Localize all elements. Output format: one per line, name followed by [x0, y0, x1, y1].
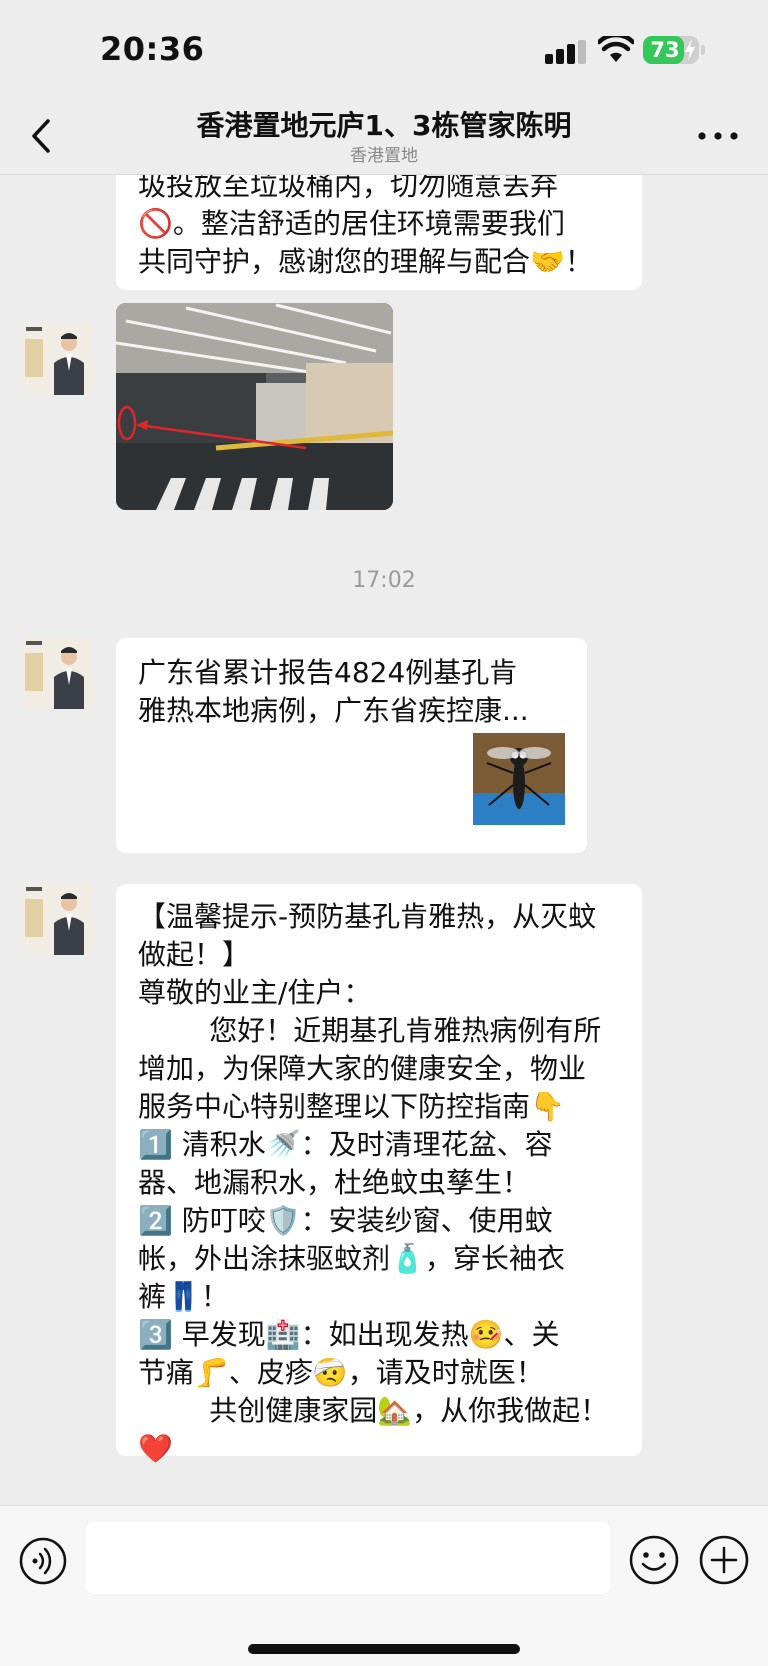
avatar[interactable]	[22, 637, 94, 709]
chevron-left-icon[interactable]	[18, 110, 68, 160]
text-message[interactable]: 圾投放至垃圾桶内，切勿随意丢弃 🚫。整洁舒适的居住环境需要我们 共同守护，感谢您…	[116, 175, 642, 290]
ellipsis-icon[interactable]	[690, 116, 746, 156]
voice-icon[interactable]	[18, 1536, 68, 1586]
avatar-photo	[22, 637, 94, 709]
timestamp: 17:02	[352, 568, 416, 593]
message-text: 圾投放至垃圾桶内，切勿随意丢弃 🚫。整洁舒适的居住环境需要我们 共同守护，感谢您…	[138, 175, 593, 278]
chat-header: 香港置地元庐1、3栋管家陈明 香港置地	[0, 100, 768, 175]
battery-level: 73	[650, 38, 680, 62]
battery-nub	[701, 45, 705, 55]
cellular-signal-icon	[545, 40, 586, 64]
message-text: 【温馨提示-预防基孔肯雅热，从灭蚊 做起！】 尊敬的业主/住户： 您好！近期基孔…	[138, 900, 609, 1465]
home-indicator	[248, 1644, 520, 1654]
emoji-icon[interactable]	[628, 1534, 680, 1586]
avatar[interactable]	[22, 883, 94, 955]
text-message[interactable]: 【温馨提示-预防基孔肯雅热，从灭蚊 做起！】 尊敬的业主/住户： 您好！近期基孔…	[116, 884, 642, 1465]
wifi-icon	[598, 36, 634, 62]
chat-messages[interactable]: 圾投放至垃圾桶内，切勿随意丢弃 🚫。整洁舒适的居住环境需要我们 共同守护，感谢您…	[0, 175, 768, 1505]
charging-bolt-icon	[685, 39, 695, 61]
chat-subtitle: 香港置地	[350, 146, 418, 166]
image-message[interactable]	[116, 303, 393, 510]
battery-icon: 73	[643, 36, 699, 64]
input-bar	[0, 1505, 768, 1666]
link-title: 广东省累计报告4824例基孔肯 雅热本地病例，广东省疾控康...	[138, 656, 529, 727]
link-thumbnail	[473, 733, 565, 825]
plus-icon[interactable]	[698, 1534, 750, 1586]
link-message[interactable]: 广东省累计报告4824例基孔肯 雅热本地病例，广东省疾控康...	[116, 638, 587, 853]
chat-title: 香港置地元庐1、3栋管家陈明	[196, 109, 572, 142]
mosquito-thumbnail	[473, 733, 565, 825]
parking-garage-photo	[116, 303, 393, 510]
status-bar: 20:36 73	[0, 0, 768, 100]
avatar-photo	[22, 323, 94, 395]
status-time: 20:36	[100, 30, 205, 68]
message-input[interactable]	[86, 1522, 610, 1594]
avatar[interactable]	[22, 323, 94, 395]
avatar-photo	[22, 883, 94, 955]
